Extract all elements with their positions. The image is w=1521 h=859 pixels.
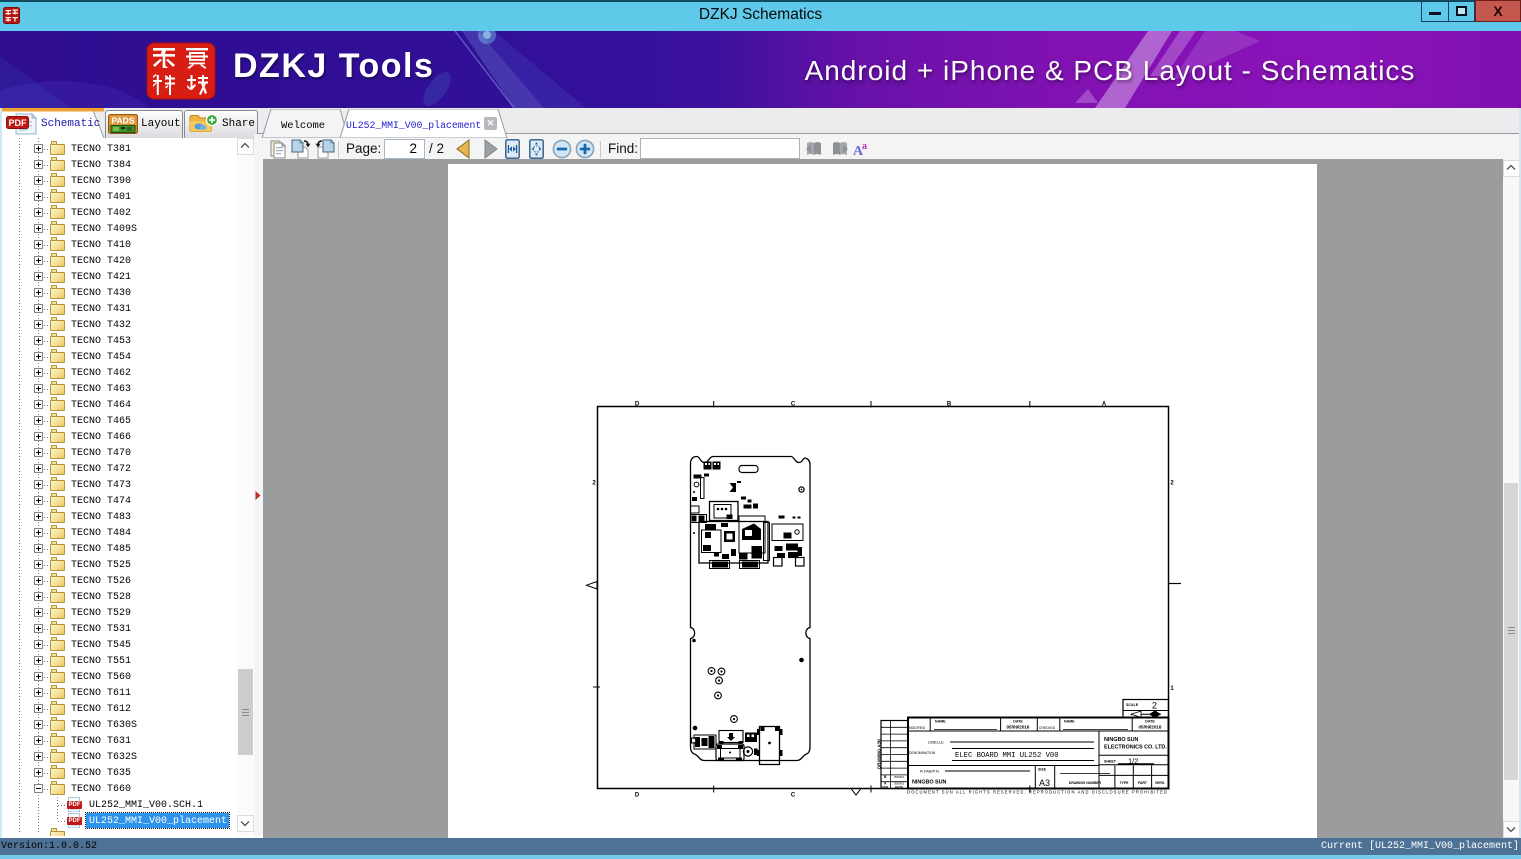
svg-text:05/09/2016: 05/09/2016	[1007, 725, 1030, 730]
svg-text:2: 2	[1152, 701, 1157, 711]
svg-text:NAME: NAME	[1064, 720, 1075, 724]
svg-text:D: D	[635, 793, 640, 799]
svg-text:DENOMINATION: DENOMINATION	[909, 751, 936, 755]
svg-text:a: a	[862, 141, 867, 152]
svg-text:SCALE: SCALE	[1126, 703, 1139, 707]
svg-text:B: B	[884, 775, 887, 779]
svg-text:D: D	[635, 402, 640, 408]
svg-text:TYPE: TYPE	[1120, 781, 1130, 785]
svg-text:PDF: PDF	[9, 118, 28, 128]
svg-text:PART: PART	[1138, 781, 1148, 785]
svg-text:B: B	[947, 402, 952, 408]
svg-text:NINGBO SUN: NINGBO SUN	[912, 780, 947, 786]
svg-text:C: C	[791, 402, 796, 408]
svg-text:DRAWING NUMBER: DRAWING NUMBER	[1069, 781, 1102, 785]
svg-text:CHECKED: CHECKED	[1039, 726, 1056, 730]
svg-text:MODIFIED: MODIFIED	[909, 726, 926, 730]
svg-text:VERS.: VERS.	[1155, 781, 1165, 785]
svg-text:C: C	[791, 793, 796, 799]
svg-text:R.FAB/P.N.: R.FAB/P.N.	[920, 769, 940, 774]
svg-text:LIBELLE: LIBELLE	[928, 740, 944, 745]
svg-text:VER: VER	[882, 785, 889, 789]
svg-text:NAME: NAME	[935, 720, 946, 724]
svg-text:2: 2	[1170, 481, 1174, 487]
svg-text:05/09/16: 05/09/16	[894, 775, 905, 779]
svg-text:SIZE: SIZE	[1038, 768, 1047, 772]
svg-text:ELECTRONICS CO. LTD.: ELECTRONICS CO. LTD.	[1104, 745, 1167, 751]
svg-text:DRAWING A3H: DRAWING A3H	[877, 739, 882, 769]
svg-text:DATE: DATE	[895, 785, 903, 789]
svg-text:NINGBO SUN: NINGBO SUN	[1104, 737, 1139, 743]
svg-text:DATE: DATE	[1013, 720, 1023, 724]
svg-text:A3: A3	[1039, 778, 1050, 788]
svg-text:A: A	[1102, 402, 1107, 408]
svg-text:2: 2	[592, 481, 596, 487]
svg-text:DATE: DATE	[1145, 720, 1155, 724]
svg-text:05/09/2016: 05/09/2016	[1139, 725, 1162, 730]
svg-text:1: 1	[1170, 686, 1174, 692]
svg-text:DOCUMENT SUN ALL RIGHTS RESERV: DOCUMENT SUN ALL RIGHTS RESERVED. REPROD…	[907, 790, 1167, 795]
svg-text:SHEET: SHEET	[1104, 759, 1117, 763]
svg-text:ELEC BOARD MMI UL252 V00: ELEC BOARD MMI UL252 V00	[955, 752, 1059, 760]
svg-text:PADS: PADS	[112, 116, 135, 126]
